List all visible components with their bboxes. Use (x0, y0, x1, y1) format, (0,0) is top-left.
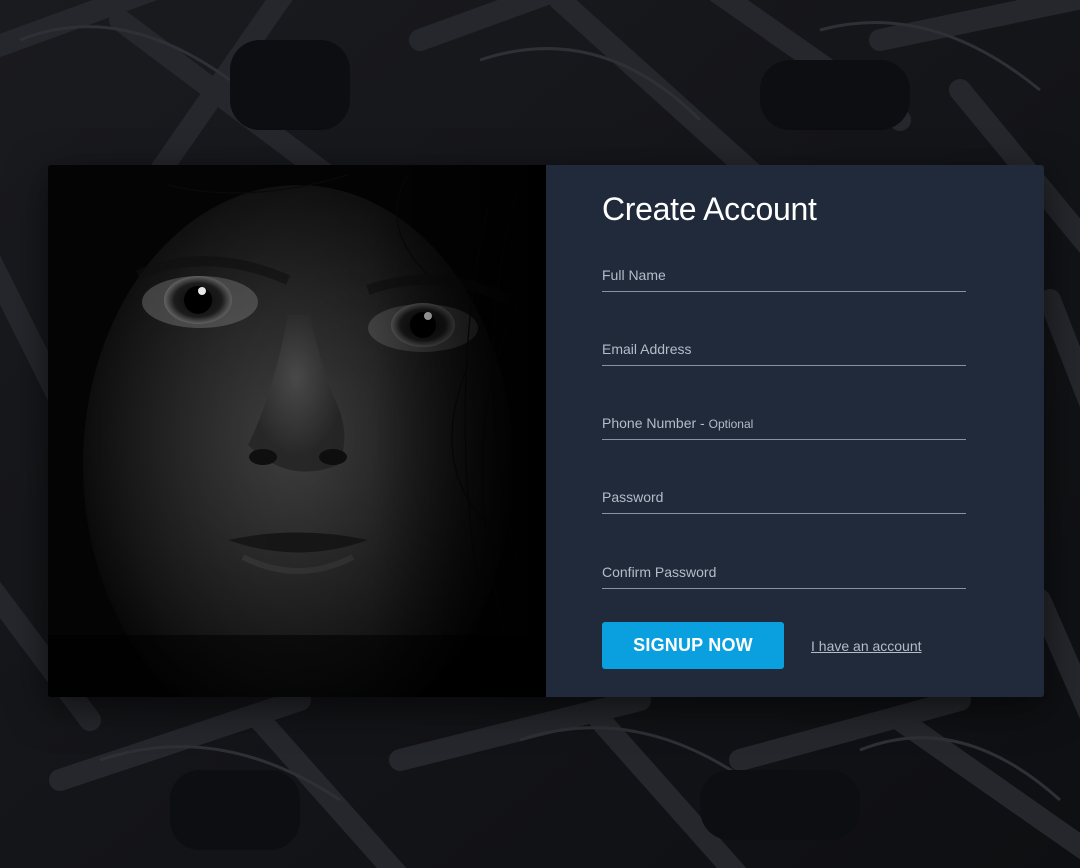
portrait-image (48, 165, 546, 697)
password-field[interactable]: Password (602, 483, 966, 514)
confirm-password-field[interactable]: Confirm Password (602, 558, 966, 589)
portrait-photo (48, 165, 546, 697)
confirm-password-input[interactable] (602, 558, 966, 588)
signup-button[interactable]: SIGNUP NOW (602, 622, 784, 669)
page: Create Account Full Name Email Address P… (0, 0, 1080, 868)
full-name-input[interactable] (602, 261, 966, 291)
phone-field[interactable]: Phone Number - Optional (602, 409, 966, 440)
signup-form-panel: Create Account Full Name Email Address P… (546, 165, 1044, 697)
password-input[interactable] (602, 483, 966, 513)
email-input[interactable] (602, 335, 966, 365)
signup-card: Create Account Full Name Email Address P… (48, 165, 1044, 697)
form-title: Create Account (602, 191, 817, 227)
login-link[interactable]: I have an account (811, 638, 922, 654)
phone-input[interactable] (602, 409, 966, 439)
email-field[interactable]: Email Address (602, 335, 966, 366)
full-name-field[interactable]: Full Name (602, 261, 966, 292)
